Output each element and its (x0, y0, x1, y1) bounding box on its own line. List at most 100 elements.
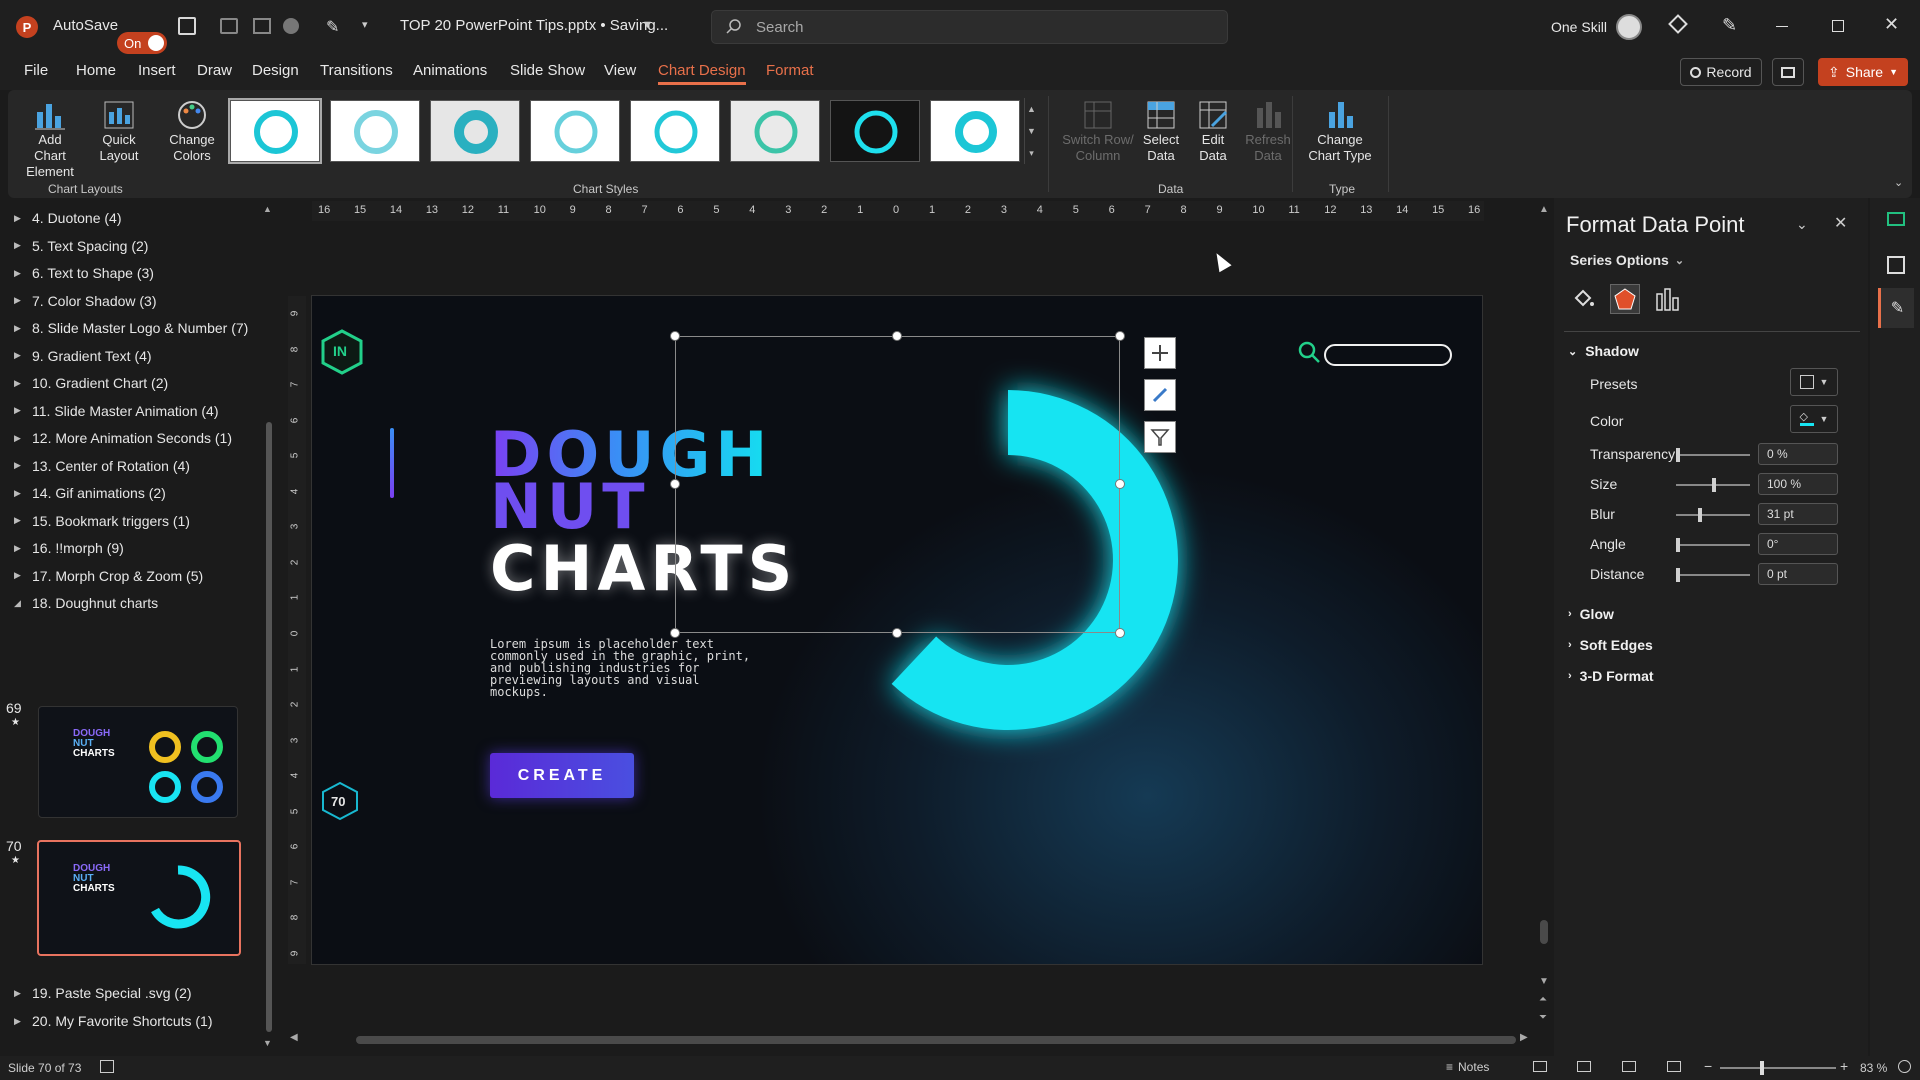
scroll-right-icon[interactable]: ▶ (1520, 1032, 1528, 1043)
edit-data-button[interactable]: Edit Data (1190, 98, 1236, 164)
add-chart-element-button[interactable]: Add Chart Element (22, 98, 78, 180)
zoom-out-icon[interactable]: − (1704, 1058, 1712, 1074)
scroll-up-icon[interactable]: ▲ (1539, 204, 1549, 215)
tab-home[interactable]: Home (76, 62, 116, 79)
customize-toolbar-icon[interactable]: ▾ (362, 18, 368, 31)
section-item[interactable]: ▶ 9. Gradient Text (4) (14, 348, 152, 364)
zoom-level[interactable]: 83 % (1860, 1061, 1887, 1075)
slide-sorter-view-icon[interactable] (1577, 1061, 1591, 1072)
previous-slide-icon[interactable]: ⏶ (1539, 994, 1547, 1005)
blur-input[interactable]: 31 pt (1758, 503, 1838, 525)
size-input[interactable]: 100 % (1758, 473, 1838, 495)
resize-handle-mr[interactable] (1115, 479, 1125, 489)
chart-filters-button[interactable] (1144, 421, 1176, 453)
panel-scrollbar[interactable] (266, 422, 272, 1032)
section-item[interactable]: ▶ 17. Morph Crop & Zoom (5) (14, 568, 203, 584)
section-item[interactable]: ▶ 5. Text Spacing (2) (14, 238, 148, 254)
next-slide-icon[interactable]: ⏷ (1539, 1012, 1547, 1023)
select-data-button[interactable]: Select Data (1138, 98, 1184, 164)
resize-handle-tm[interactable] (892, 331, 902, 341)
effects-tab[interactable] (1610, 284, 1640, 314)
pane-close-icon[interactable]: ✕ (1834, 213, 1847, 233)
vertical-scrollbar[interactable] (1540, 920, 1548, 944)
create-button[interactable]: CREATE (490, 753, 634, 798)
section-item[interactable]: ▶ 10. Gradient Chart (2) (14, 375, 168, 391)
chart-style-1[interactable] (228, 98, 322, 164)
transparency-input[interactable]: 0 % (1758, 443, 1838, 465)
close-icon[interactable]: ✕ (1884, 14, 1899, 35)
chart-style-7[interactable] (830, 100, 920, 162)
fit-to-window-icon[interactable] (1898, 1060, 1911, 1073)
switch-row-column-button[interactable]: Switch Row/ Column (1060, 98, 1136, 164)
chart-style-6[interactable] (730, 100, 820, 162)
tab-transitions[interactable]: Transitions (320, 62, 393, 79)
tab-view[interactable]: View (604, 62, 636, 79)
chart-elements-button[interactable] (1144, 337, 1176, 369)
resize-handle-tl[interactable] (670, 331, 680, 341)
scroll-down-icon[interactable]: ▼ (263, 1038, 272, 1048)
chart-style-8[interactable] (930, 100, 1020, 162)
section-item[interactable]: ▶ 8. Slide Master Logo & Number (7) (14, 320, 248, 336)
section-item[interactable]: ◢ 18. Doughnut charts (14, 595, 158, 611)
section-item[interactable]: ▶ 19. Paste Special .svg (2) (14, 985, 192, 1001)
format-pane-icon[interactable]: ✎ (1878, 288, 1914, 328)
autosave-toggle[interactable]: On (117, 32, 167, 54)
user-name[interactable]: One Skill (1551, 19, 1607, 35)
resize-handle-tr[interactable] (1115, 331, 1125, 341)
zoom-slider[interactable] (1720, 1061, 1836, 1075)
section-item[interactable]: ▶ 16. !!morph (9) (14, 540, 124, 556)
avatar[interactable] (1616, 14, 1642, 40)
section-item[interactable]: ▶ 15. Bookmark triggers (1) (14, 513, 190, 529)
series-options-tab[interactable] (1654, 286, 1680, 312)
resize-handle-ml[interactable] (670, 479, 680, 489)
section-item[interactable]: ▶ 20. My Favorite Shortcuts (1) (14, 1013, 213, 1029)
slide-show-view-icon[interactable] (1667, 1061, 1681, 1072)
glow-section-header[interactable]: › Glow (1568, 606, 1614, 622)
restore-icon[interactable] (1832, 20, 1844, 32)
color-dropdown[interactable]: ◇ ▼ (1790, 405, 1838, 433)
comments-button[interactable] (1772, 58, 1804, 86)
chart-style-4[interactable] (530, 100, 620, 162)
scroll-left-icon[interactable]: ◀ (290, 1032, 298, 1043)
chevron-down-icon[interactable]: ▼ (642, 19, 653, 31)
distance-slider[interactable] (1676, 568, 1750, 582)
scroll-down-icon[interactable]: ▼ (1539, 976, 1549, 987)
slide-thumbnail-70[interactable]: DOUGH NUT CHARTS (37, 840, 241, 956)
quick-layout-button[interactable]: Quick Layout (94, 98, 144, 164)
refresh-data-button[interactable]: Refresh Data (1242, 98, 1294, 164)
scroll-up-icon[interactable]: ▲ (263, 204, 272, 214)
diamond-icon[interactable] (1668, 14, 1688, 34)
section-item[interactable]: ▶ 6. Text to Shape (3) (14, 265, 154, 281)
tab-chart-design[interactable]: Chart Design (658, 62, 746, 85)
notes-button[interactable]: ≡ Notes (1446, 1060, 1489, 1074)
distance-input[interactable]: 0 pt (1758, 563, 1838, 585)
collapse-ribbon-icon[interactable]: ⌄ (1894, 176, 1903, 189)
transparency-slider[interactable] (1676, 448, 1750, 462)
size-slider[interactable] (1676, 478, 1750, 492)
chart-style-5[interactable] (630, 100, 720, 162)
share-button[interactable]: ⇪ Share ▼ (1818, 58, 1909, 86)
resize-handle-bl[interactable] (670, 628, 680, 638)
record-button[interactable]: Record (1680, 58, 1762, 86)
presets-dropdown[interactable]: ▼ (1790, 368, 1838, 396)
blur-slider[interactable] (1676, 508, 1750, 522)
pen-icon[interactable]: ✎ (1722, 15, 1737, 36)
resize-handle-bm[interactable] (892, 628, 902, 638)
reading-view-icon[interactable] (1622, 1061, 1636, 1072)
chart-style-3[interactable] (430, 100, 520, 162)
tab-file[interactable]: File (24, 62, 48, 79)
soft-edges-section-header[interactable]: › Soft Edges (1568, 637, 1653, 653)
shape-icon[interactable] (283, 18, 299, 34)
designer-icon[interactable] (1887, 212, 1905, 226)
pane-options-chevron-icon[interactable]: ⌄ (1796, 216, 1808, 233)
accessibility-icon[interactable] (100, 1060, 114, 1073)
zoom-in-icon[interactable]: + (1840, 1058, 1848, 1074)
section-item[interactable]: ▶ 13. Center of Rotation (4) (14, 458, 190, 474)
section-item[interactable]: ▶ 7. Color Shadow (3) (14, 293, 157, 309)
resize-handle-br[interactable] (1115, 628, 1125, 638)
change-chart-type-button[interactable]: Change Chart Type (1300, 98, 1380, 164)
slide-canvas[interactable]: IN DOUGH NUT CHARTS Lorem ipsum is place… (311, 295, 1483, 965)
tab-design[interactable]: Design (252, 62, 299, 79)
slide-thumbnail-69[interactable]: DOUGH NUT CHARTS (38, 706, 238, 818)
shadow-section-header[interactable]: ⌄ Shadow (1568, 343, 1639, 359)
